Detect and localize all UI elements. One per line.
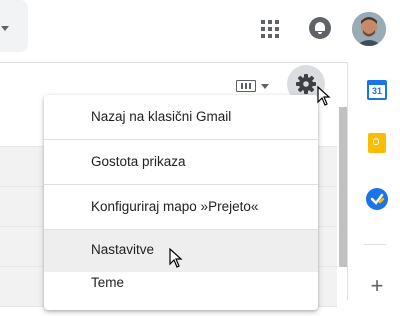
menu-item-label: Nastavitve: [91, 242, 155, 257]
menu-item-classic-gmail[interactable]: Nazaj na klasični Gmail: [44, 95, 318, 139]
avatar[interactable]: [352, 12, 386, 46]
menu-item-label: Nazaj na klasični Gmail: [91, 109, 232, 124]
calendar-icon[interactable]: 31: [367, 80, 387, 100]
calendar-day: 31: [371, 86, 382, 96]
menu-item-display-density[interactable]: Gostota prikaza: [44, 140, 318, 184]
mail-list-scrollbar[interactable]: [339, 107, 347, 267]
menu-item-label: Gostota prikaza: [91, 154, 186, 169]
tasks-icon[interactable]: [366, 188, 388, 210]
input-tools-caret-icon[interactable]: [261, 84, 269, 89]
menu-item-label: Konfiguriraj mapo »Prejeto«: [91, 199, 259, 214]
menu-item-label: Teme: [91, 275, 125, 290]
settings-menu: Nazaj na klasični Gmail Gostota prikaza …: [44, 95, 318, 310]
keyboard-icon[interactable]: [236, 80, 256, 92]
notifications-bell-icon[interactable]: [309, 17, 331, 39]
search-box-edge[interactable]: [0, 0, 28, 52]
header-divider: [0, 62, 347, 63]
keep-icon[interactable]: [368, 133, 386, 153]
side-panel-divider: [364, 244, 386, 245]
mouse-pointer-icon: [317, 86, 331, 106]
menu-item-configure-inbox[interactable]: Konfiguriraj mapo »Prejeto«: [44, 185, 318, 229]
search-options-caret-icon[interactable]: [1, 26, 9, 31]
apps-grid-icon[interactable]: [261, 20, 279, 38]
mouse-pointer-icon: [169, 248, 183, 268]
add-addon-plus-icon[interactable]: +: [367, 275, 387, 297]
menu-item-themes[interactable]: Teme: [44, 272, 318, 316]
